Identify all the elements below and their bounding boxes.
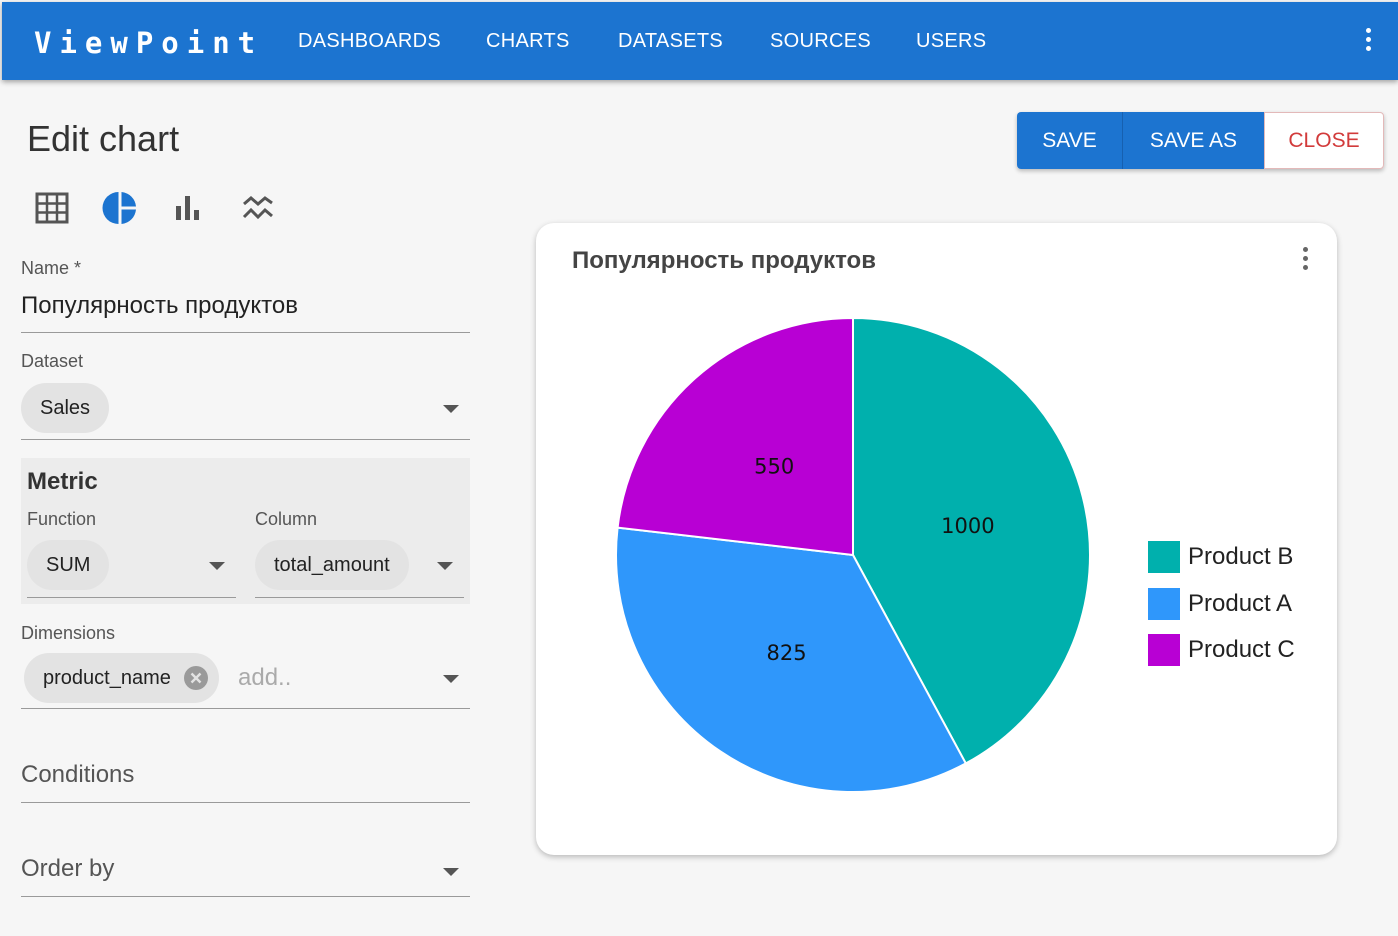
legend-item[interactable]: Product B: [1148, 541, 1293, 573]
pie-chart-icon[interactable]: [102, 190, 138, 226]
page-title: Edit chart: [27, 118, 180, 159]
bar-chart-icon[interactable]: [171, 190, 207, 226]
dimensions-input[interactable]: add..: [238, 664, 291, 692]
dimension-chip: product_name: [24, 653, 219, 703]
name-underline: [21, 332, 470, 333]
dimension-chip-label: product_name: [43, 666, 171, 689]
more-menu-icon[interactable]: [1358, 28, 1378, 58]
pie-slice-value-label: 825: [767, 641, 807, 665]
nav-datasets[interactable]: DATASETS: [618, 30, 723, 53]
function-chip[interactable]: SUM: [27, 540, 110, 590]
name-label: Name *: [21, 258, 81, 279]
order-by-underline: [21, 896, 470, 897]
save-as-button[interactable]: SAVE AS: [1123, 112, 1264, 169]
legend-swatch: [1148, 587, 1180, 620]
legend-label: Product A: [1188, 589, 1293, 617]
legend-label: Product C: [1188, 636, 1295, 663]
function-label: Function: [27, 509, 97, 529]
order-by-dropdown-caret-icon[interactable]: [443, 868, 459, 876]
dimensions-label: Dimensions: [21, 623, 116, 643]
legend-swatch: [1148, 541, 1180, 573]
save-button[interactable]: SAVE: [1017, 112, 1123, 169]
name-input[interactable]: Популярность продуктов: [21, 292, 298, 320]
function-underline: [27, 597, 236, 598]
column-underline: [255, 597, 464, 598]
function-dropdown-caret-icon[interactable]: [209, 562, 225, 570]
nav-sources[interactable]: SOURCES: [770, 30, 871, 53]
pie-slice-value-label: 550: [754, 455, 794, 479]
name-label-text: Name: [21, 258, 70, 278]
pie-slice-product-c[interactable]: [616, 316, 854, 557]
action-button-group: SAVE SAVE AS CLOSE: [1017, 112, 1384, 169]
table-icon[interactable]: [34, 190, 70, 226]
line-chart-icon[interactable]: [240, 190, 276, 226]
chart-preview-card: Популярность продуктов 1000 825 550 Produc…: [536, 223, 1337, 855]
column-label: Column: [255, 509, 318, 529]
required-mark: *: [74, 258, 82, 278]
dataset-underline: [21, 439, 470, 440]
dimensions-dropdown-caret-icon[interactable]: [443, 675, 459, 683]
column-chip[interactable]: total_amount: [255, 540, 409, 590]
conditions-field[interactable]: Conditions: [21, 761, 134, 789]
legend-item[interactable]: Product C: [1148, 634, 1295, 666]
nav-dashboards[interactable]: DASHBOARDS: [298, 30, 441, 53]
dataset-label: Dataset: [21, 351, 84, 371]
dataset-chip[interactable]: Sales: [21, 383, 110, 433]
legend-label: Product B: [1188, 543, 1294, 570]
remove-chip-icon[interactable]: [183, 665, 209, 691]
pie-chart: 1000 825 550: [615, 316, 1091, 793]
nav-users[interactable]: USERS: [916, 30, 986, 53]
app-bar: ViewPoint DASHBOARDS CHARTS DATASETS SOU…: [2, 2, 1398, 80]
order-by-field[interactable]: Order by: [21, 855, 114, 883]
column-dropdown-caret-icon[interactable]: [437, 562, 453, 570]
conditions-underline: [21, 802, 470, 803]
close-button[interactable]: CLOSE: [1264, 112, 1384, 169]
legend-item[interactable]: Product A: [1148, 587, 1293, 620]
app-logo[interactable]: ViewPoint: [34, 26, 263, 60]
nav-charts[interactable]: CHARTS: [486, 30, 570, 53]
legend-swatch: [1148, 634, 1180, 666]
metric-title: Metric: [27, 468, 98, 495]
pie-slice-value-label: 1000: [941, 514, 994, 538]
dataset-dropdown-caret-icon[interactable]: [443, 405, 459, 413]
dimensions-underline: [21, 708, 470, 709]
